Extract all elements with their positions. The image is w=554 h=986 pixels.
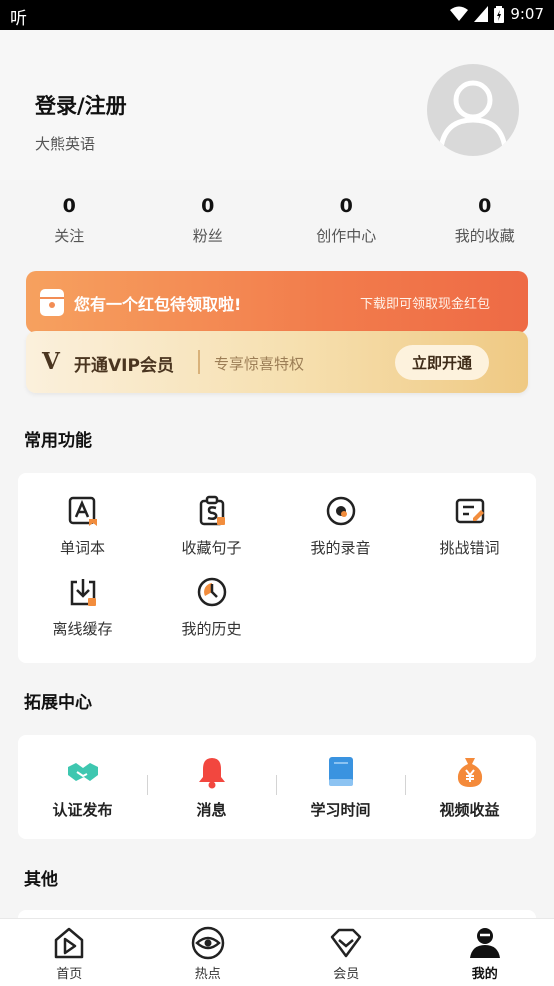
stat-creator-center[interactable]: 0 创作中心 (277, 192, 416, 262)
vip-open-button[interactable]: 立即开通 (395, 345, 489, 380)
vip-divider (198, 350, 200, 374)
grid-item-label: 我的历史 (181, 620, 242, 638)
grid-item-challenge-words[interactable]: 挑战错词 (405, 495, 534, 558)
nav-label: 热点 (194, 967, 221, 982)
app-name-label: 大熊英语 (35, 135, 96, 153)
stat-followers[interactable]: 0 粉丝 (139, 192, 278, 262)
stat-value: 0 (201, 195, 215, 217)
section-title-common: 常用功能 (24, 431, 92, 451)
eye-icon (191, 926, 224, 960)
grid-item-recordings[interactable]: 我的录音 (276, 495, 405, 558)
recording-icon (326, 496, 355, 526)
stat-label: 粉丝 (192, 227, 223, 245)
nav-item-hot[interactable]: 热点 (139, 919, 278, 986)
stat-label: 关注 (54, 227, 85, 245)
login-register-link[interactable]: 登录/注册 (35, 90, 127, 120)
vip-title: 开通VIP会员 (74, 356, 174, 376)
section-title-other: 其他 (24, 870, 58, 890)
wordbook-icon (68, 496, 97, 526)
grid-item-label: 单词本 (59, 539, 105, 557)
signal-icon (474, 6, 489, 22)
grid-item-label: 离线缓存 (52, 620, 113, 638)
ext-item-study-time[interactable]: 学习时间 (276, 755, 405, 820)
stats-row: 0 关注 0 粉丝 0 创作中心 0 我的收藏 (0, 192, 554, 262)
wifi-icon (450, 6, 469, 21)
nav-label: 会员 (333, 967, 360, 982)
red-packet-message: 您有一个红包待领取啦! (74, 295, 242, 314)
bottom-nav: 首页 热点 会员 我的 (0, 918, 554, 986)
handshake-icon (67, 763, 98, 781)
money-bag-icon (457, 758, 482, 787)
stat-value: 0 (478, 195, 492, 217)
status-time: 9:07 (510, 5, 544, 23)
home-play-icon (55, 927, 84, 959)
download-icon (70, 579, 96, 606)
nav-item-vip[interactable]: 会员 (277, 919, 416, 986)
nav-label: 我的 (471, 967, 498, 982)
stat-label: 我的收藏 (454, 227, 515, 245)
status-bar: 听 9:07 (0, 0, 554, 30)
stat-following[interactable]: 0 关注 (0, 192, 139, 262)
stat-value: 0 (339, 195, 353, 217)
avatar[interactable] (427, 64, 519, 156)
vip-diamond-icon (331, 928, 362, 958)
stat-value: 0 (62, 195, 76, 217)
vip-banner[interactable]: V 开通VIP会员 专享惊喜特权 立即开通 (26, 331, 528, 393)
ext-item-video-earnings[interactable]: 视频收益 (405, 755, 534, 820)
profile-header: 登录/注册 大熊英语 (0, 30, 554, 180)
grid-item-label: 收藏句子 (181, 539, 242, 557)
red-packet-icon (40, 289, 64, 316)
ext-item-messages[interactable]: 消息 (147, 755, 276, 820)
ext-item-label: 学习时间 (310, 801, 371, 819)
nav-item-mine[interactable]: 我的 (416, 919, 554, 986)
ext-item-certify-publish[interactable]: 认证发布 (18, 755, 147, 820)
red-packet-hint: 下载即可领取现金红包 (359, 297, 490, 312)
ext-item-label: 视频收益 (439, 801, 500, 819)
ext-item-label: 认证发布 (52, 801, 113, 819)
stat-label: 创作中心 (316, 227, 377, 245)
bell-icon (198, 758, 225, 789)
nav-label: 首页 (56, 967, 83, 982)
book-icon (328, 757, 353, 786)
stat-favorites[interactable]: 0 我的收藏 (416, 192, 554, 262)
common-functions-card: 单词本 收藏句子 我的录音 挑战错词 离线缓存 我的历史 (18, 473, 536, 663)
section-title-extension: 拓展中心 (24, 693, 92, 713)
grid-item-label: 我的录音 (310, 539, 371, 557)
grid-item-saved-sentences[interactable]: 收藏句子 (147, 495, 276, 558)
grid-item-offline-cache[interactable]: 离线缓存 (18, 576, 147, 639)
challenge-icon (455, 498, 484, 524)
saved-sentence-icon (199, 495, 225, 526)
profile-icon (469, 928, 500, 958)
battery-icon (494, 5, 505, 23)
vip-logo-icon: V (42, 348, 60, 375)
grid-item-wordbook[interactable]: 单词本 (18, 495, 147, 558)
default-avatar-icon (438, 80, 508, 149)
ext-item-label: 消息 (196, 801, 227, 819)
app-notification-icon: 听 (10, 9, 27, 29)
grid-item-label: 挑战错词 (439, 539, 500, 557)
nav-item-home[interactable]: 首页 (0, 919, 139, 986)
history-icon (197, 577, 226, 607)
vip-subtitle: 专享惊喜特权 (214, 355, 305, 373)
extension-center-card: 认证发布 消息 学习时间 视频收益 (18, 735, 536, 839)
grid-item-history[interactable]: 我的历史 (147, 576, 276, 639)
red-packet-banner[interactable]: 您有一个红包待领取啦! 下载即可领取现金红包 (26, 271, 528, 333)
